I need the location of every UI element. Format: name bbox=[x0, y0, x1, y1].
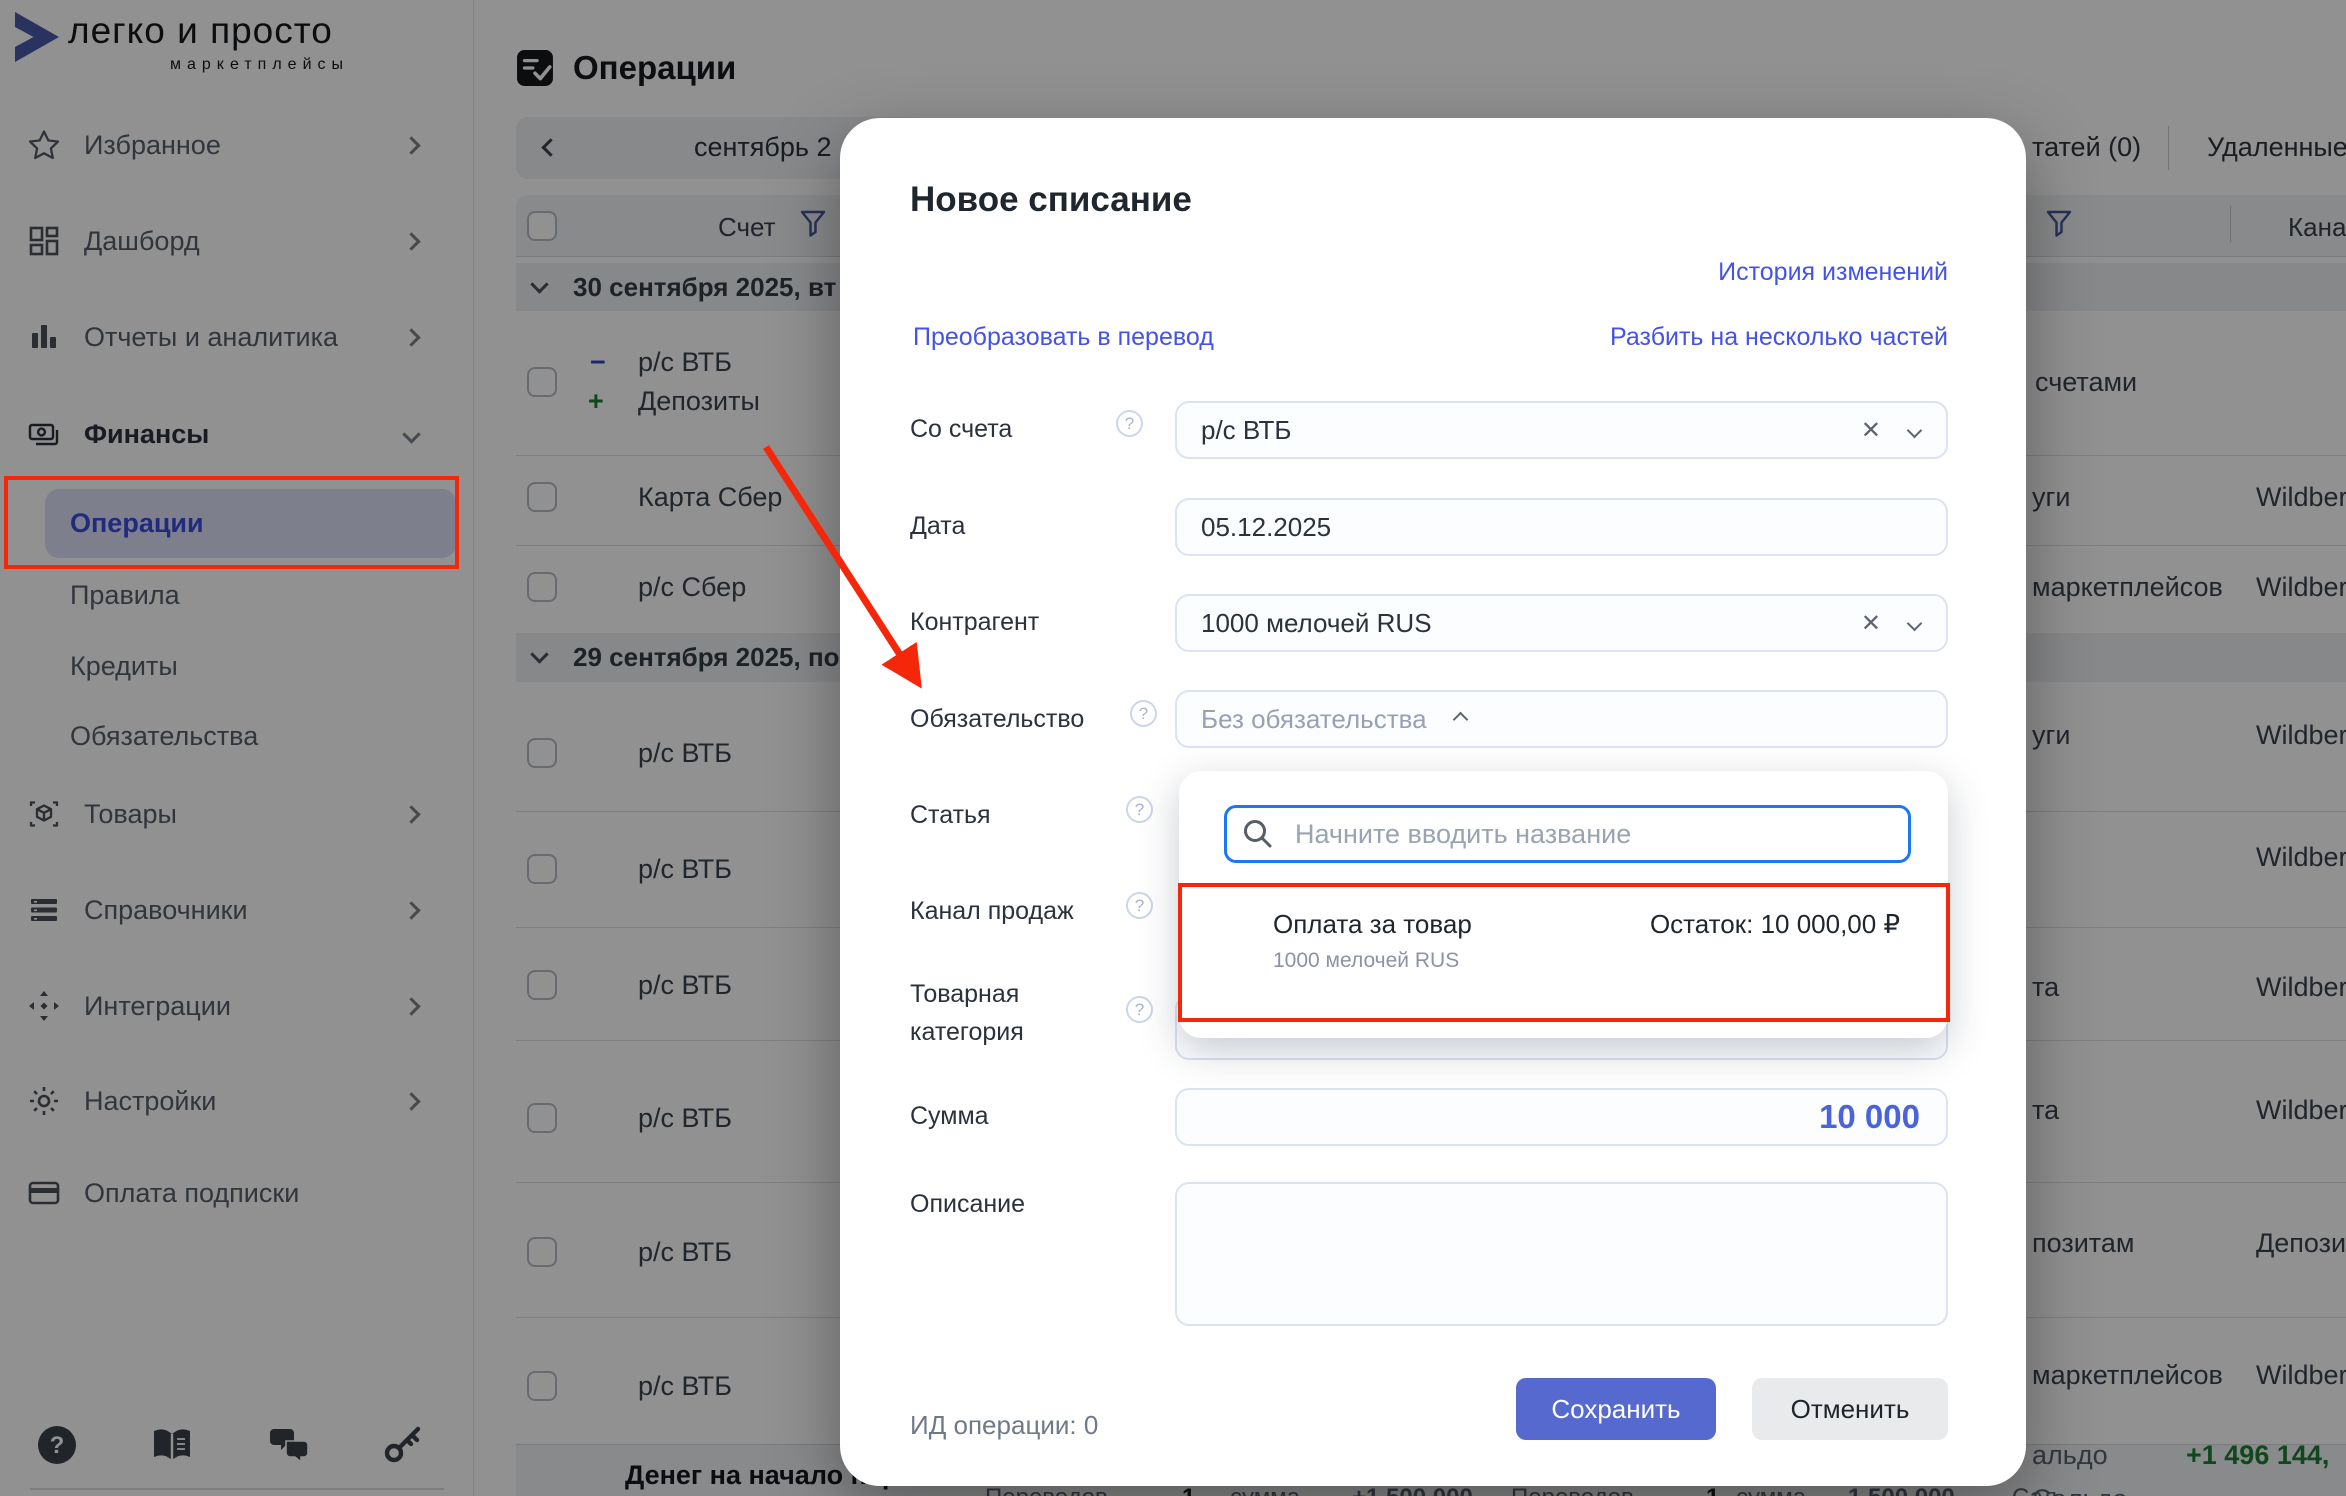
category-label-line1: Товарная bbox=[910, 980, 1020, 1008]
amount-input[interactable] bbox=[1175, 1088, 1948, 1146]
description-textarea[interactable] bbox=[1175, 1182, 1948, 1326]
chevron-down-icon[interactable] bbox=[1906, 615, 1923, 631]
annotation-rect-operations bbox=[4, 476, 459, 569]
app-screen: Операции сентябрь 2 татей (0) Удаленные … bbox=[0, 0, 2346, 1496]
search-icon bbox=[1244, 820, 1272, 848]
chevron-up-icon[interactable] bbox=[1452, 711, 1468, 727]
description-label: Описание bbox=[910, 1190, 1026, 1218]
obligation-help-icon[interactable]: ? bbox=[1130, 700, 1157, 727]
cancel-button[interactable]: Отменить bbox=[1752, 1378, 1948, 1440]
history-link[interactable]: История изменений bbox=[1718, 258, 1948, 287]
from-account-help-icon[interactable]: ? bbox=[1116, 410, 1143, 437]
obligation-select[interactable]: Без обязательства bbox=[1175, 690, 1948, 748]
date-input[interactable]: 05.12.2025 bbox=[1175, 498, 1948, 556]
amount-label: Сумма bbox=[910, 1102, 989, 1130]
sales-channel-help-icon[interactable]: ? bbox=[1126, 892, 1153, 919]
split-link[interactable]: Разбить на несколько частей bbox=[1610, 323, 1948, 352]
counterparty-select[interactable]: 1000 мелочей RUS ✕ bbox=[1175, 594, 1948, 652]
sales-channel-label: Канал продаж bbox=[910, 897, 1074, 925]
chevron-down-icon[interactable] bbox=[1906, 422, 1923, 438]
clear-icon[interactable]: ✕ bbox=[1861, 609, 1881, 638]
annotation-arrow bbox=[763, 445, 922, 689]
from-account-select[interactable]: р/с ВТБ ✕ bbox=[1175, 401, 1948, 459]
annotation-rect-option bbox=[1178, 883, 1950, 1022]
clear-icon[interactable]: ✕ bbox=[1861, 416, 1881, 445]
obligation-search-input[interactable] bbox=[1224, 805, 1911, 863]
category-label-line2: категория bbox=[910, 1018, 1024, 1046]
modal-title: Новое списание bbox=[910, 180, 1192, 219]
category-help-icon[interactable]: ? bbox=[1126, 996, 1153, 1023]
article-label: Статья bbox=[910, 801, 991, 829]
new-debit-modal: Новое списание История изменений Преобра… bbox=[840, 118, 2026, 1486]
operation-id: ИД операции: 0 bbox=[910, 1410, 1099, 1440]
save-button[interactable]: Сохранить bbox=[1516, 1378, 1716, 1440]
convert-to-transfer-link[interactable]: Преобразовать в перевод bbox=[913, 323, 1214, 352]
article-help-icon[interactable]: ? bbox=[1126, 796, 1153, 823]
